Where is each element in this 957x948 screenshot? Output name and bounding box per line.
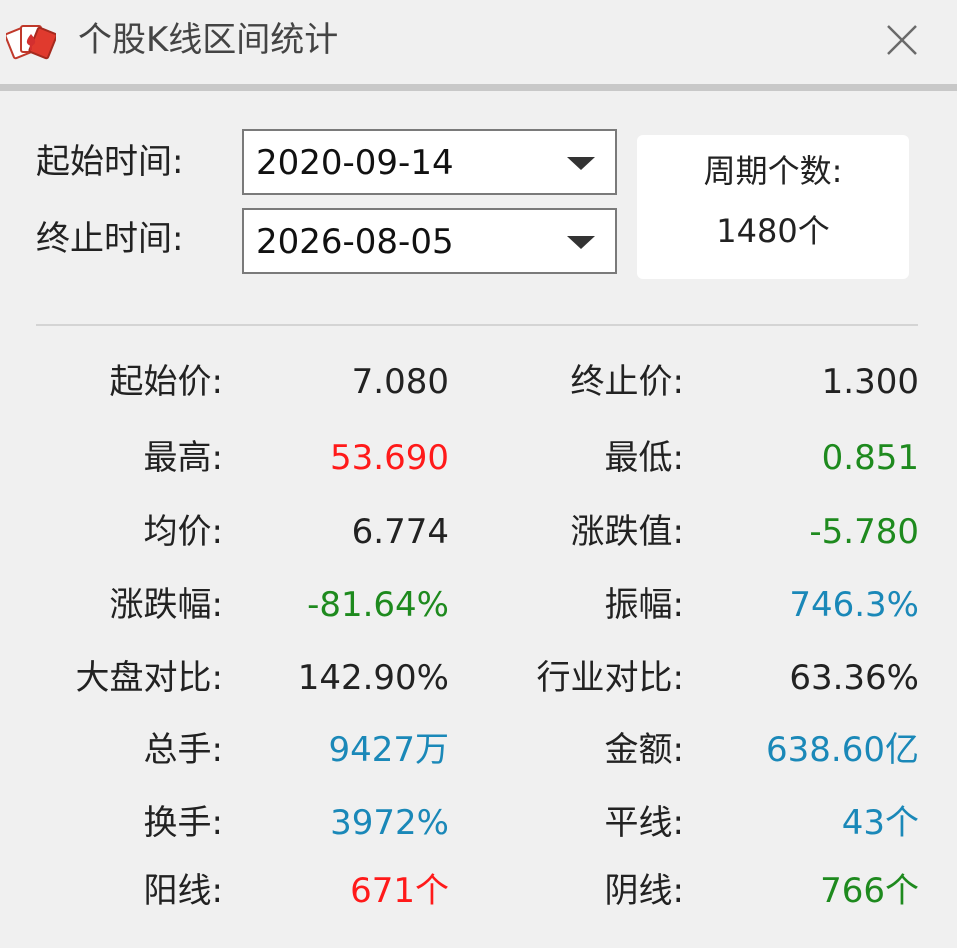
stat-value: 7.080: [351, 362, 449, 402]
chevron-down-icon[interactable]: [567, 236, 595, 249]
stat-value: 53.690: [330, 438, 449, 478]
stat-label: 涨跌值:: [570, 512, 684, 552]
stat-value: 0.851: [821, 438, 919, 478]
stat-value: 1.300: [821, 362, 919, 402]
close-button[interactable]: [874, 14, 930, 70]
stat-value: 3972%: [330, 803, 449, 843]
stat-label: 最高:: [143, 438, 223, 478]
stat-value: 43个: [841, 803, 919, 843]
stat-value: 63.36%: [789, 658, 919, 698]
stat-value: 766个: [820, 871, 919, 911]
end-date-select[interactable]: 2026-08-05: [242, 208, 617, 274]
stat-label: 大盘对比:: [75, 658, 223, 698]
title-separator: [0, 84, 957, 91]
cards-icon: [4, 22, 58, 62]
title-bar: 个股K线区间统计: [0, 0, 957, 84]
stat-label: 涨跌幅:: [109, 585, 223, 625]
stat-label: 阴线:: [604, 871, 684, 911]
divider: [36, 324, 918, 326]
start-date-value: 2020-09-14: [256, 143, 454, 183]
stat-label: 阳线:: [143, 871, 223, 911]
stat-row: 起始价: 7.080 终止价: 1.300: [0, 357, 957, 407]
stat-row: 大盘对比: 142.90% 行业对比: 63.36%: [0, 653, 957, 703]
period-count-value: 1480个: [716, 212, 830, 250]
stat-row: 最高: 53.690 最低: 0.851: [0, 433, 957, 483]
stat-row: 均价: 6.774 涨跌值: -5.780: [0, 507, 957, 557]
dialog-content: 起始时间: 2020-09-14 终止时间: 2026-08-05 周期个数: …: [0, 91, 957, 948]
stat-value: -5.780: [809, 512, 919, 552]
end-date-value: 2026-08-05: [256, 222, 454, 262]
stat-row: 换手: 3972% 平线: 43个: [0, 798, 957, 848]
stat-value: 638.60亿: [766, 730, 919, 770]
end-time-label: 终止时间:: [36, 219, 184, 259]
stat-value: 6.774: [351, 512, 449, 552]
stat-row: 总手: 9427万 金额: 638.60亿: [0, 725, 957, 775]
stat-label: 行业对比:: [536, 658, 684, 698]
close-icon[interactable]: [884, 22, 920, 62]
stat-value: 671个: [350, 871, 449, 911]
stat-value: -81.64%: [307, 585, 449, 625]
window-title: 个股K线区间统计: [78, 20, 339, 60]
stat-label: 总手:: [143, 730, 223, 770]
period-count-box: 周期个数: 1480个: [637, 135, 909, 279]
stat-label: 最低:: [604, 438, 684, 478]
stat-label: 起始价:: [109, 362, 223, 402]
period-count-label: 周期个数:: [703, 152, 843, 190]
stat-label: 均价:: [143, 512, 223, 552]
start-time-label: 起始时间:: [36, 142, 184, 182]
stat-label: 金额:: [604, 730, 684, 770]
stat-value: 9427万: [328, 730, 449, 770]
stat-label: 平线:: [604, 803, 684, 843]
stat-row: 涨跌幅: -81.64% 振幅: 746.3%: [0, 580, 957, 630]
start-date-select[interactable]: 2020-09-14: [242, 129, 617, 195]
stat-value: 746.3%: [789, 585, 919, 625]
stat-value: 142.90%: [297, 658, 449, 698]
stat-label: 换手:: [143, 803, 223, 843]
stat-label: 终止价:: [570, 362, 684, 402]
stat-row: 阳线: 671个 阴线: 766个: [0, 866, 957, 916]
chevron-down-icon[interactable]: [567, 157, 595, 170]
stat-label: 振幅:: [604, 585, 684, 625]
